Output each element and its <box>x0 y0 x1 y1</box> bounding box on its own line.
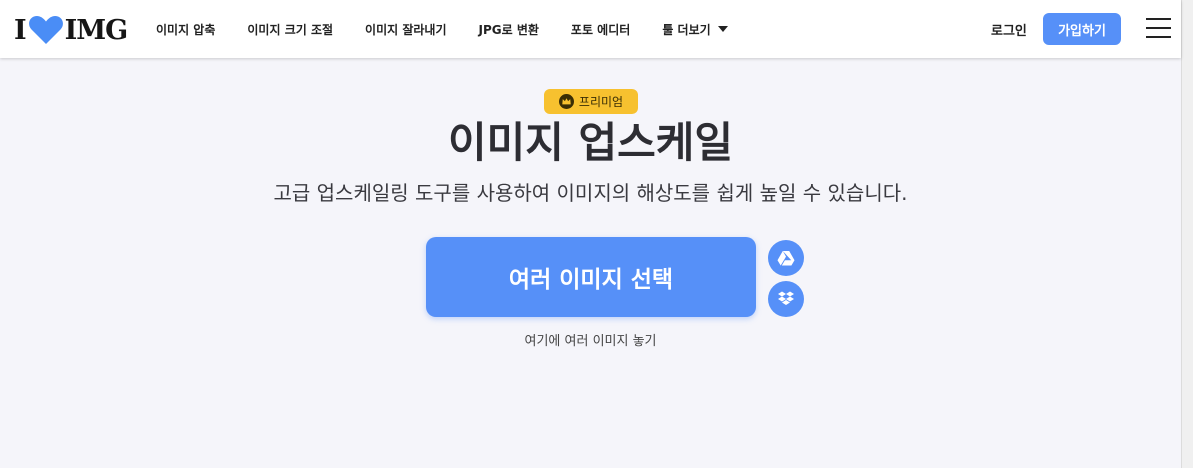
caret-down-icon <box>717 26 728 32</box>
premium-badge: 프리미엄 <box>544 89 638 114</box>
vertical-scrollbar[interactable] <box>1181 0 1193 468</box>
crown-icon <box>558 94 574 109</box>
logo[interactable]: I IMG <box>14 14 129 46</box>
nav-item-compress[interactable]: 이미지 압축 <box>156 21 215 38</box>
nav-item-label: 이미지 크기 조절 <box>247 22 334 37</box>
nav-item-more-tools[interactable]: 툴 더보기 <box>662 21 728 38</box>
hamburger-line <box>1146 27 1171 29</box>
dropbox-icon <box>778 291 794 305</box>
logo-text-left: I <box>14 14 27 46</box>
login-link[interactable]: 로그인 <box>991 20 1027 39</box>
hamburger-menu-icon[interactable] <box>1146 18 1171 38</box>
dropbox-button[interactable] <box>768 281 804 317</box>
drop-hint-text: 여기에 여러 이미지 놓기 <box>524 334 657 349</box>
nav-item-crop[interactable]: 이미지 잘라내기 <box>365 21 446 38</box>
nav-item-photo-editor[interactable]: 포토 에디터 <box>571 21 630 38</box>
premium-badge-label: 프리미엄 <box>578 95 624 109</box>
nav-item-label: 포토 에디터 <box>570 22 631 37</box>
google-drive-icon <box>777 251 795 266</box>
hamburger-line <box>1146 36 1171 38</box>
top-navigation-bar: I IMG 이미지 압축 이미지 크기 조절 이미지 잘라내기 JPG로 변환 … <box>0 0 1181 58</box>
google-drive-button[interactable] <box>768 240 804 276</box>
select-images-button[interactable]: 여러 이미지 선택 <box>426 237 756 317</box>
page-title: 이미지 업스케일 <box>447 118 734 167</box>
nav-item-resize[interactable]: 이미지 크기 조절 <box>247 21 333 38</box>
nav-item-label: 이미지 잘라내기 <box>365 22 447 37</box>
nav-item-label: 이미지 압축 <box>156 22 216 37</box>
page-subtitle: 고급 업스케일링 도구를 사용하여 이미지의 해상도를 쉽게 높일 수 있습니다… <box>273 181 908 205</box>
heart-icon <box>28 16 63 44</box>
nav-item-label: 툴 더보기 <box>662 22 711 37</box>
nav-item-convert-jpg[interactable]: JPG로 변환 <box>479 21 539 38</box>
logo-text-right: IMG <box>64 14 129 46</box>
nav-item-label: JPG로 변환 <box>478 22 539 37</box>
hamburger-line <box>1146 18 1171 20</box>
main-nav: 이미지 압축 이미지 크기 조절 이미지 잘라내기 JPG로 변환 포토 에디터… <box>156 0 760 58</box>
page: I IMG 이미지 압축 이미지 크기 조절 이미지 잘라내기 JPG로 변환 … <box>0 0 1193 468</box>
signup-button[interactable]: 가입하기 <box>1043 13 1121 45</box>
